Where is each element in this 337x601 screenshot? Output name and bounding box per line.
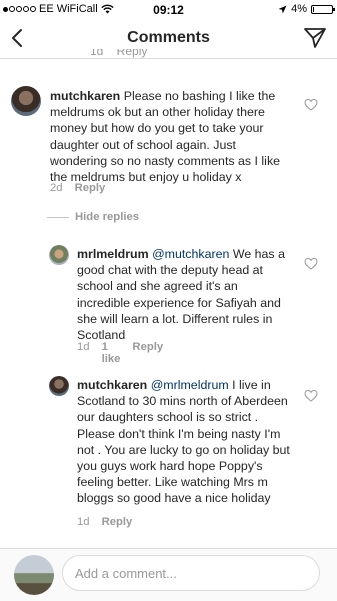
comment-composer [0, 548, 337, 601]
heart-icon[interactable] [304, 257, 318, 271]
comment-meta: 1d 1 like Reply [77, 341, 175, 365]
previous-comment-peek: 1d Reply [90, 49, 148, 58]
comment-body: mutchkaren @mrlmeldrum I live in Scotlan… [77, 377, 292, 507]
comment-input[interactable] [62, 555, 320, 591]
comment-age: 1d [77, 341, 90, 353]
battery-percent: 4% [291, 3, 307, 15]
avatar[interactable] [49, 245, 69, 265]
comment-mention[interactable]: @mutchkaren [152, 247, 229, 261]
comment-age: 2d [50, 182, 63, 194]
avatar[interactable] [49, 376, 69, 396]
comment-body: mutchkaren Please no bashing I like the … [50, 88, 290, 185]
avatar[interactable] [11, 86, 41, 116]
paper-plane-icon[interactable] [303, 26, 327, 50]
page-title: Comments [127, 29, 210, 46]
comment-meta: 1d Reply [77, 516, 144, 528]
hide-replies-label[interactable]: Hide replies [75, 211, 139, 223]
likes-count[interactable]: 1 like [102, 341, 121, 365]
comment-text: I live in Scotland to 30 mins north of A… [77, 378, 290, 506]
reply-button[interactable]: Reply [75, 182, 106, 194]
battery-icon [311, 4, 335, 14]
comment-text: We has a good chat with the deputy head … [77, 247, 285, 343]
heart-icon[interactable] [304, 389, 318, 403]
avatar [14, 555, 54, 595]
heart-icon[interactable] [304, 98, 318, 112]
comment-body: mrlmeldrum @mutchkaren We has a good cha… [77, 246, 292, 343]
location-arrow-icon [278, 5, 287, 13]
status-right: 4% [278, 3, 335, 15]
comment-username[interactable]: mrlmeldrum [77, 247, 149, 261]
comment-meta: 2d Reply [50, 182, 117, 194]
comment-mention[interactable]: @mrlmeldrum [151, 378, 229, 392]
comment-username[interactable]: mutchkaren [77, 378, 147, 392]
comment-username[interactable]: mutchkaren [50, 89, 120, 103]
nav-bar: Comments [0, 20, 337, 59]
battery-level [313, 6, 314, 12]
comment-age: 1d [77, 516, 90, 528]
reply-button[interactable]: Reply [102, 516, 133, 528]
hide-replies-toggle[interactable]: Hide replies [47, 211, 139, 223]
divider [47, 216, 69, 218]
status-bar: EE WiFiCall 09:12 4% [0, 0, 337, 20]
comment-text: Please no bashing I like the meldrums ok… [50, 89, 281, 185]
reply-button[interactable]: Reply [132, 341, 163, 365]
